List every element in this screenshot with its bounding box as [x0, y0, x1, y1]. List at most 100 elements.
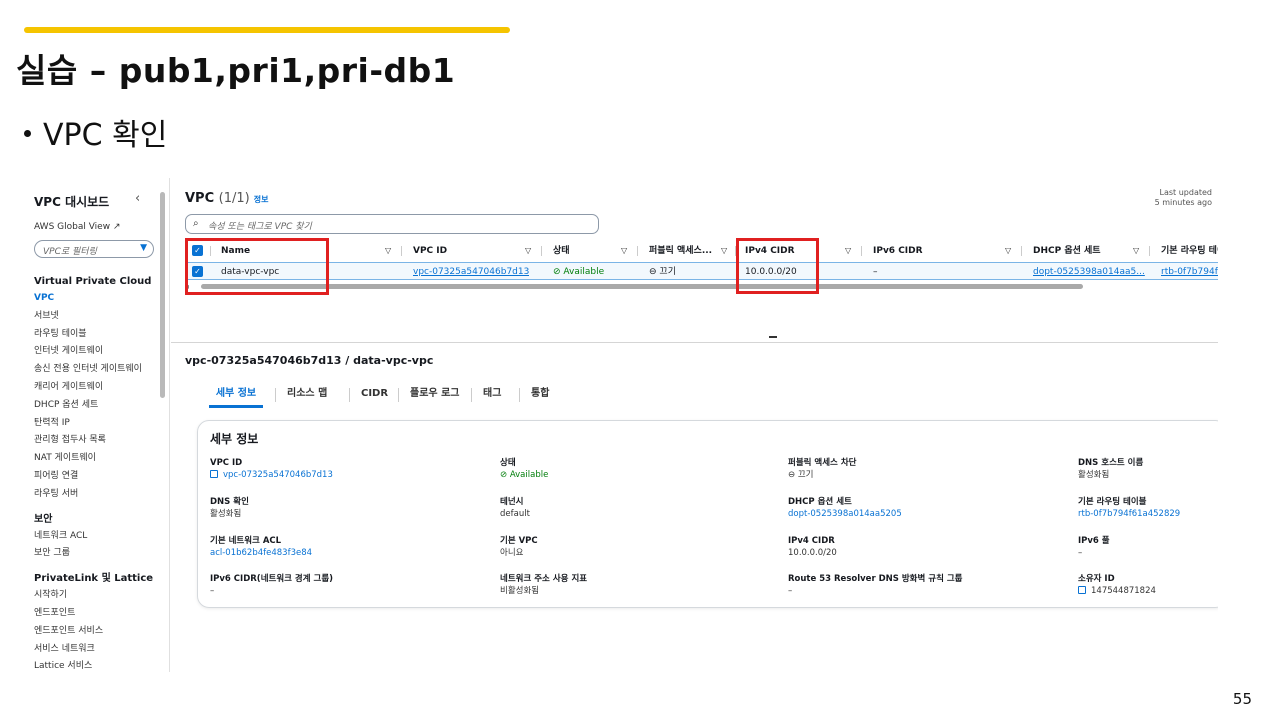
caret-down-icon: ▼: [140, 243, 147, 253]
cell-vpc-id-link[interactable]: vpc-07325a547046b7d13: [413, 263, 529, 281]
sidebar-section-privatelink[interactable]: PrivateLink 및 Lattice: [34, 570, 164, 587]
detail-field-text: 아니요: [500, 548, 524, 558]
sort-icon[interactable]: ▽: [721, 242, 727, 260]
sort-icon[interactable]: ▽: [385, 242, 391, 260]
sidebar-item[interactable]: 엔드포인트 서비스: [34, 623, 164, 641]
vpc-filter-select[interactable]: VPC로 필터링 ▼: [34, 240, 154, 258]
detail-field: 기본 라우팅 테이블 rtb-0f7b794f61a452829: [1078, 496, 1218, 521]
chevron-left-icon[interactable]: ‹: [135, 191, 140, 206]
sidebar-item[interactable]: 캐리어 게이트웨이: [34, 379, 164, 397]
sidebar-item[interactable]: 엔드포인트: [34, 605, 164, 623]
tab-resource-map[interactable]: 리소스 맵: [287, 384, 327, 408]
sidebar-item[interactable]: 인터넷 게이트웨이: [34, 343, 164, 361]
sidebar-section-vpc[interactable]: Virtual Private Cloud: [34, 273, 164, 290]
column-header-route-table[interactable]: 기본 라우팅 테이: [1161, 242, 1218, 260]
table-row[interactable]: ✓ data-vpc-vpc vpc-07325a547046b7d13 ⊘ A…: [185, 262, 1218, 280]
sidebar-item[interactable]: 네트워크 ACL: [34, 528, 164, 546]
sidebar-section-security[interactable]: 보안: [34, 511, 164, 528]
detail-field-value[interactable]: dopt-0525398a014aa5205: [788, 508, 1058, 521]
sidebar-item[interactable]: 탄력적 IP: [34, 415, 164, 433]
detail-field-value[interactable]: rtb-0f7b794f61a452829: [1078, 508, 1218, 521]
detail-title: vpc-07325a547046b7d13 / data-vpc-vpc: [185, 354, 434, 367]
detail-field: Route 53 Resolver DNS 방화벽 규칙 그룹 –: [788, 573, 1058, 598]
bullet-text: VPC 확인: [43, 118, 168, 153]
sidebar-item[interactable]: 관리형 접두사 목록: [34, 432, 164, 450]
column-header-ipv6-cidr[interactable]: IPv6 CIDR: [873, 242, 923, 260]
detail-field: 기본 VPC 아니요: [500, 535, 770, 560]
detail-field: 테넌시 default: [500, 496, 770, 521]
highlight-box-name: [185, 238, 329, 295]
tab-details[interactable]: 세부 정보: [209, 384, 263, 408]
detail-field-value: 활성화됨: [1078, 469, 1218, 482]
detail-field-value: 아니요: [500, 547, 770, 560]
detail-field-value: 활성화됨: [210, 508, 480, 521]
horizontal-scrollbar[interactable]: [201, 284, 1083, 289]
detail-field-text: –: [788, 586, 793, 596]
main-content: VPC (1/1) 정보 Last updated 5 minutes ago ⌕ 속…: [171, 178, 1218, 672]
tab-separator: [349, 388, 350, 402]
sidebar-item[interactable]: DHCP 옵션 세트: [34, 397, 164, 415]
cell-dhcp-link[interactable]: dopt-0525398a014aa5...: [1033, 263, 1145, 281]
sort-icon[interactable]: ▽: [525, 242, 531, 260]
detail-field-label: DHCP 옵션 세트: [788, 497, 852, 507]
sidebar-item[interactable]: VPC: [34, 290, 164, 308]
slide: 실습 – pub1,pri1,pri-db1 VPC 확인 VPC 대시보드 ‹…: [0, 0, 1280, 720]
accent-bar: [24, 27, 510, 33]
column-header-dhcp[interactable]: DHCP 옵션 세트: [1033, 242, 1101, 260]
detail-field: 소유자 ID 147544871824: [1078, 573, 1218, 598]
highlight-box-ipv4-cidr: [736, 238, 819, 294]
resize-handle[interactable]: [769, 336, 777, 338]
split-divider: [171, 342, 1218, 343]
panel-title: 세부 정보: [210, 432, 259, 446]
sidebar-item[interactable]: 피어링 연결: [34, 468, 164, 486]
check-circle-icon: ⊘: [553, 267, 561, 277]
detail-field-value[interactable]: acl-01b62b4fe483f3e84: [210, 547, 480, 560]
minus-circle-icon: ⊖: [649, 267, 657, 277]
sidebar-scrollbar[interactable]: [160, 192, 165, 398]
detail-field-label: 테넌시: [500, 497, 524, 507]
detail-field-value: 10.0.0.0/20: [788, 547, 1058, 560]
detail-field-text: rtb-0f7b794f61a452829: [1078, 509, 1181, 519]
detail-field-text: default: [500, 509, 530, 519]
sort-icon[interactable]: ▽: [1133, 242, 1139, 260]
sort-icon[interactable]: ▽: [845, 242, 851, 260]
info-link[interactable]: 정보: [254, 195, 269, 204]
column-header-public-access[interactable]: 퍼블릭 액세스...: [649, 242, 712, 260]
last-updated: Last updated 5 minutes ago: [1154, 188, 1212, 207]
cell-status: ⊘ Available: [553, 267, 605, 277]
column-header-vpc-id[interactable]: VPC ID: [413, 242, 447, 260]
detail-field-text: dopt-0525398a014aa5205: [788, 509, 902, 519]
copy-icon[interactable]: [1078, 586, 1086, 594]
sidebar-item[interactable]: 라우팅 서버: [34, 486, 164, 504]
cell-route-table-link[interactable]: rtb-0f7b794f6: [1161, 263, 1218, 281]
sidebar-item[interactable]: 라우팅 테이블: [34, 326, 164, 344]
detail-field-value: –: [1078, 547, 1218, 560]
tab-flow-logs[interactable]: 플로우 로그: [410, 384, 459, 408]
sidebar-item[interactable]: NAT 게이트웨이: [34, 450, 164, 468]
sort-icon[interactable]: ▽: [1005, 242, 1011, 260]
detail-field-text: 147544871824: [1091, 586, 1156, 596]
tab-tags[interactable]: 태그: [483, 384, 501, 408]
column-header-status[interactable]: 상태: [553, 242, 570, 260]
detail-field-text: 비활성화됨: [500, 586, 540, 596]
tab-separator: [471, 388, 472, 402]
sidebar-global-view[interactable]: AWS Global View ↗: [34, 222, 121, 232]
sidebar-item[interactable]: 송신 전용 인터넷 게이트웨이: [34, 361, 164, 379]
tab-integrations[interactable]: 통합: [531, 384, 549, 408]
search-input[interactable]: ⌕ 속성 또는 태그로 VPC 찾기: [185, 214, 599, 234]
sidebar-item[interactable]: 보안 그룹: [34, 545, 164, 563]
detail-field-value: –: [788, 585, 1058, 598]
sidebar-item[interactable]: 서비스 네트워크: [34, 641, 164, 659]
sidebar-title[interactable]: VPC 대시보드: [34, 193, 109, 210]
detail-field-label: IPv6 CIDR(네트워크 경계 그룹): [210, 574, 334, 584]
sidebar-item[interactable]: Lattice 서비스: [34, 658, 164, 672]
copy-icon[interactable]: [210, 470, 218, 478]
detail-field-value[interactable]: vpc-07325a547046b7d13: [210, 469, 480, 482]
search-icon: ⌕: [193, 218, 199, 229]
detail-field-value: ⊘ Available: [500, 469, 770, 482]
tab-cidr[interactable]: CIDR: [361, 384, 388, 408]
sidebar-item[interactable]: 서브넷: [34, 308, 164, 326]
detail-field-label: 상태: [500, 458, 516, 468]
sidebar-item[interactable]: 시작하기: [34, 587, 164, 605]
sort-icon[interactable]: ▽: [621, 242, 627, 260]
